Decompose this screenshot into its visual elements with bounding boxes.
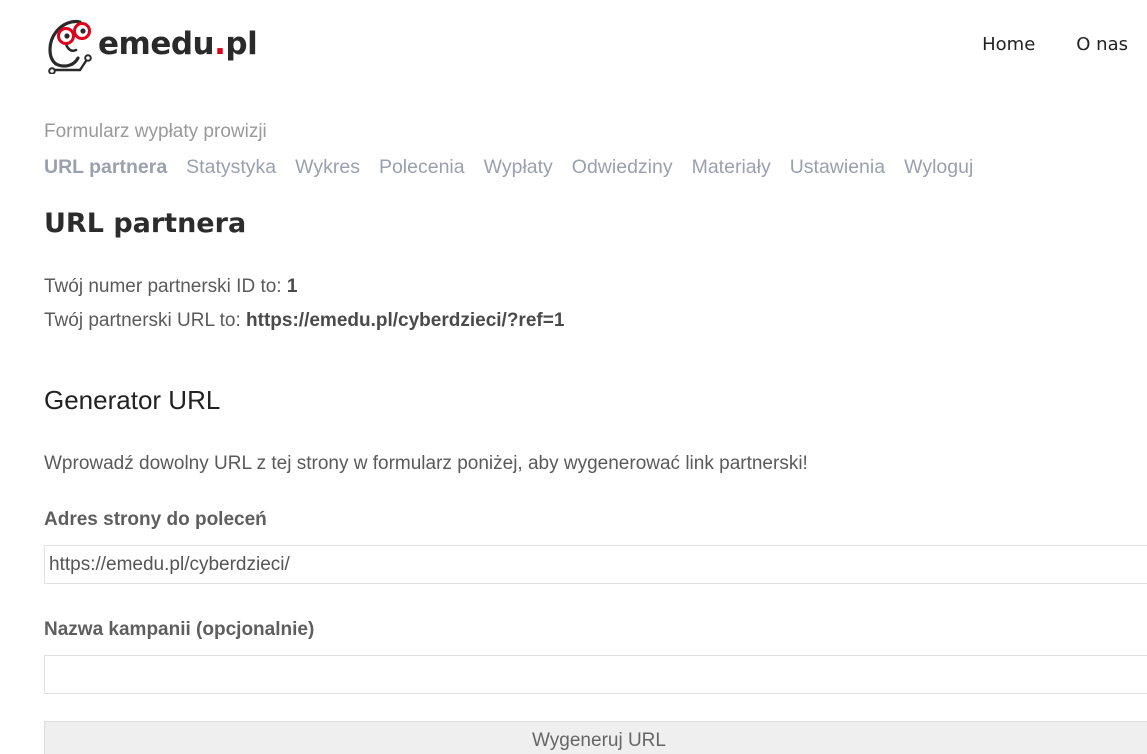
page-url-label: Adres strony do poleceń — [44, 509, 267, 530]
form-title: Formularz wypłaty prowizji — [44, 121, 267, 142]
tab-odwiedziny[interactable]: Odwiedziny — [572, 152, 673, 182]
owl-scooter-logo-icon — [42, 14, 96, 74]
affiliate-url-value: https://emedu.pl/cyberdzieci/?ref=1 — [246, 310, 565, 331]
page-url-input[interactable] — [44, 545, 1147, 584]
site-logo[interactable]: emedu.pl — [42, 14, 258, 74]
logo-name: emedu — [98, 26, 215, 62]
nav-about[interactable]: O nas — [1076, 34, 1128, 55]
main-content: Formularz wypłaty prowizji URL partnera … — [44, 118, 1147, 754]
campaign-input[interactable] — [44, 655, 1147, 694]
page-title: URL partnera — [44, 208, 247, 239]
tab-url-partnera[interactable]: URL partnera — [44, 152, 167, 182]
logo-tld: pl — [225, 26, 258, 62]
logo-dot: . — [214, 26, 226, 62]
tab-wykres[interactable]: Wykres — [295, 152, 360, 182]
affiliate-url-label: Twój partnerski URL to: — [44, 310, 247, 331]
tab-polecenia[interactable]: Polecenia — [379, 152, 465, 182]
tab-ustawienia[interactable]: Ustawienia — [790, 152, 885, 182]
affiliate-tabs: URL partnera Statystyka Wykres Polecenia… — [44, 152, 1147, 182]
main-nav: Home O nas — [982, 34, 1128, 55]
page: emedu.pl Home O nas Formularz wypłaty pr… — [0, 0, 1147, 754]
generate-url-button[interactable]: Wygeneruj URL — [44, 721, 1147, 754]
affiliate-id-label: Twój numer partnerski ID to: — [44, 276, 287, 297]
logo-wordmark: emedu.pl — [98, 26, 258, 62]
tab-materialy[interactable]: Materiały — [692, 152, 771, 182]
affiliate-id-value: 1 — [286, 276, 298, 297]
generator-title: Generator URL — [44, 385, 221, 415]
generator-description: Wprowadź dowolny URL z tej strony w form… — [44, 453, 808, 474]
tab-statystyka[interactable]: Statystyka — [186, 152, 276, 182]
tab-wyloguj[interactable]: Wyloguj — [904, 152, 973, 182]
affiliate-info: Twój numer partnerski ID to: 1 Twój part… — [44, 270, 1147, 338]
tab-wyplaty[interactable]: Wypłaty — [484, 152, 553, 182]
affiliate-url-line: Twój partnerski URL to: https://emedu.pl… — [44, 304, 1147, 338]
campaign-label: Nazwa kampanii (opcjonalnie) — [44, 619, 315, 640]
site-header: emedu.pl Home O nas — [0, 0, 1147, 100]
affiliate-id-line: Twój numer partnerski ID to: 1 — [44, 270, 1147, 304]
nav-home[interactable]: Home — [982, 34, 1035, 55]
